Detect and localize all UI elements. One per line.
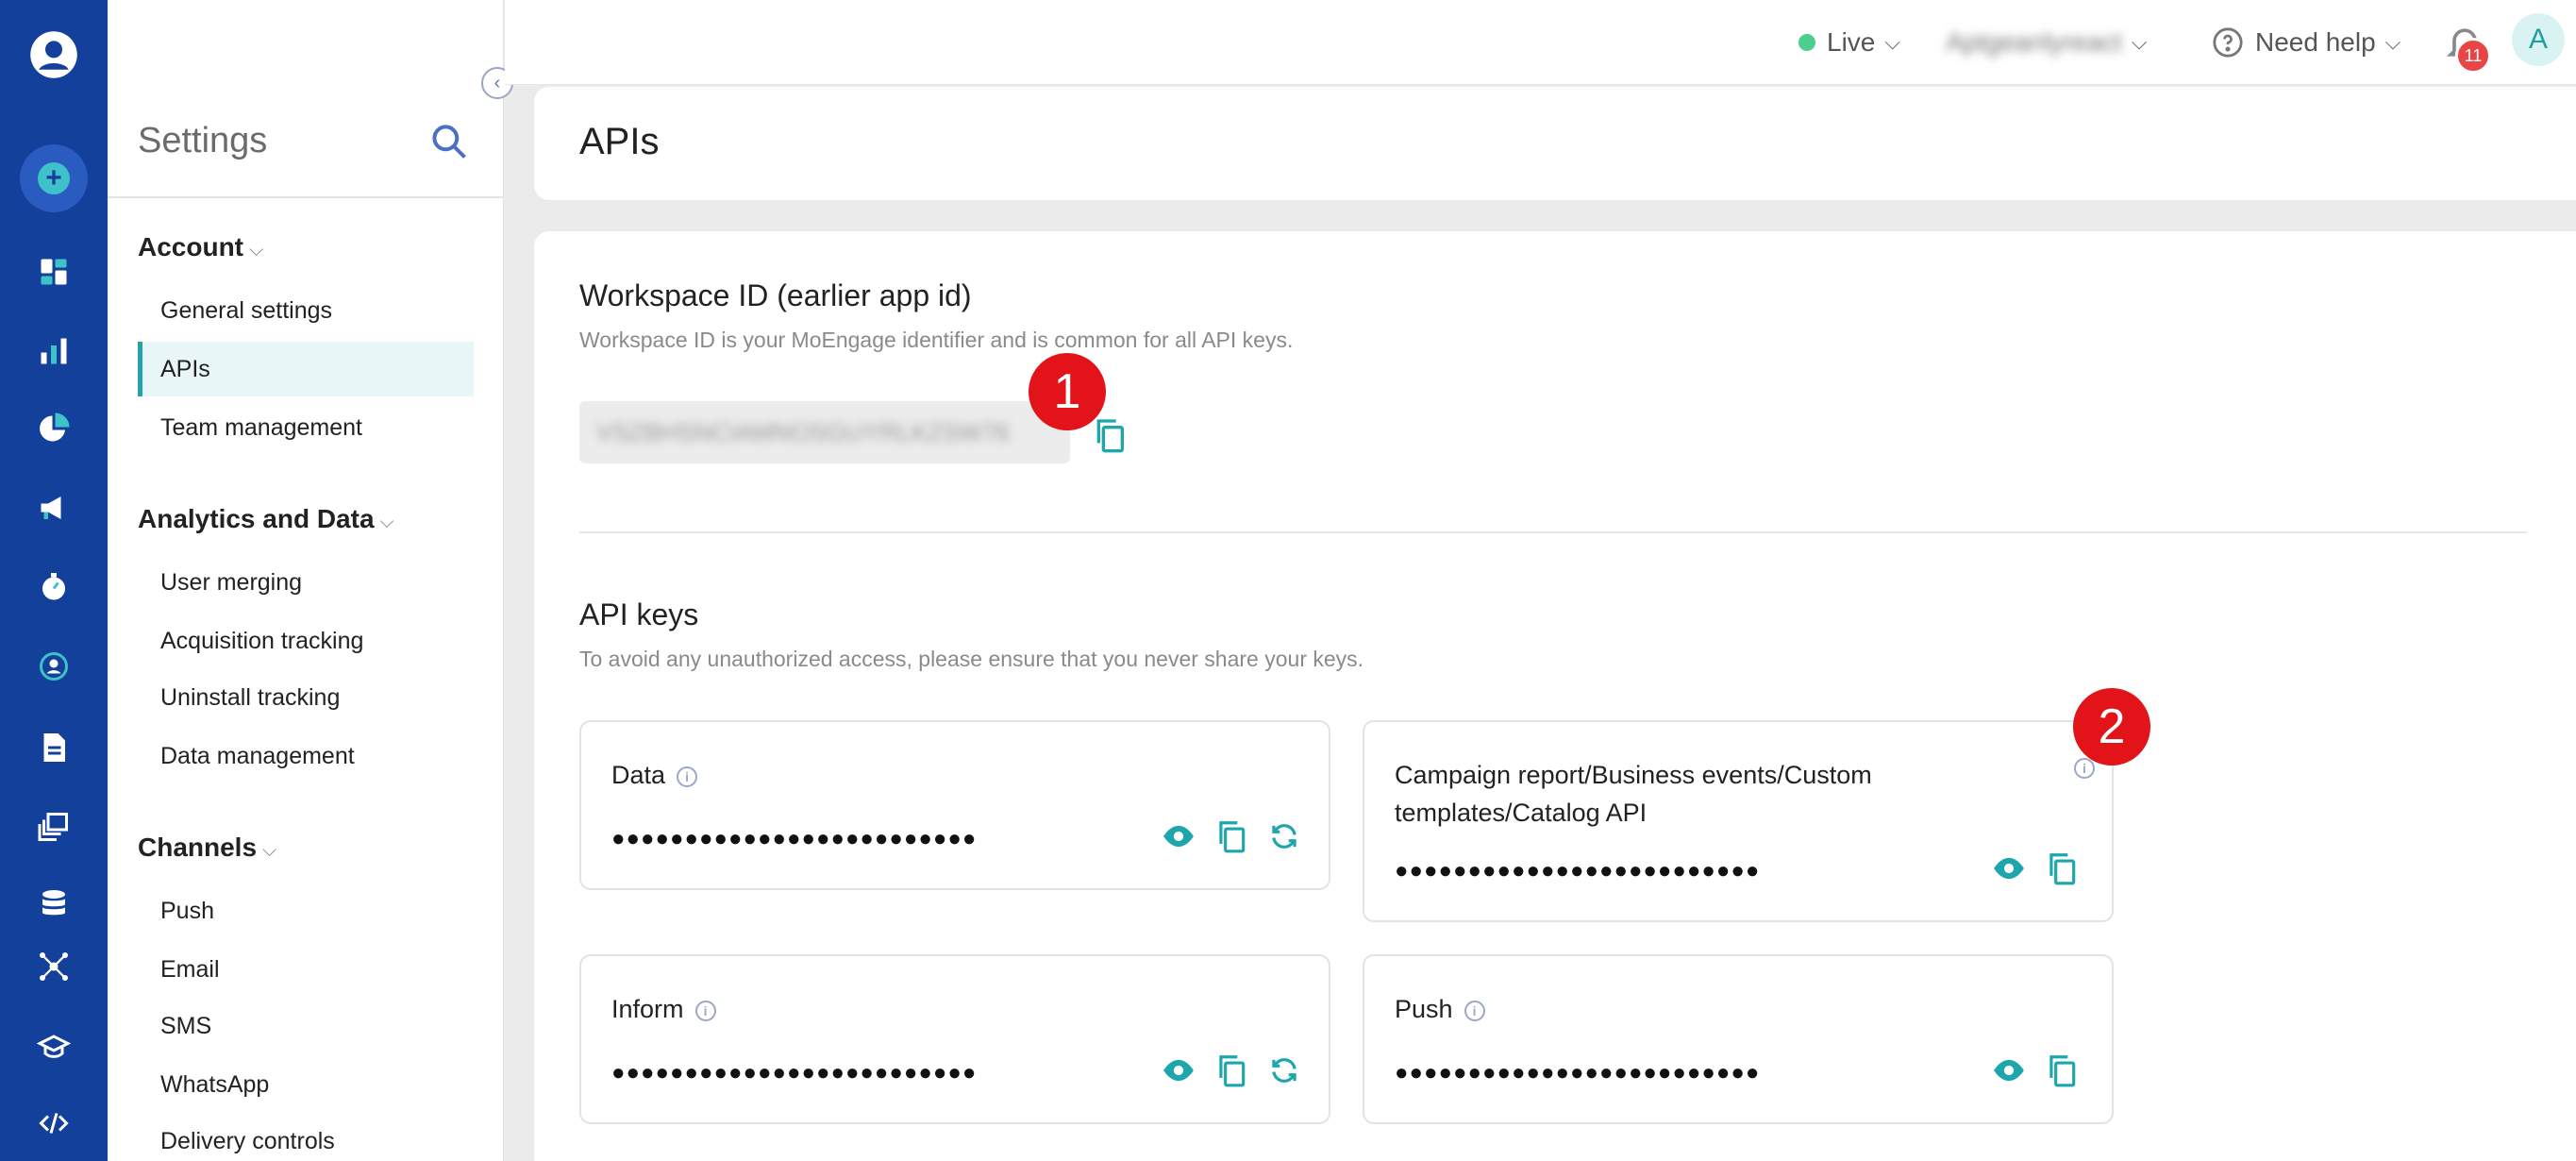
api-key-title: Inform i	[611, 990, 716, 1028]
user-profile-icon[interactable]	[0, 26, 108, 83]
api-key-title: Data i	[611, 756, 698, 794]
sidebar-item-team-management[interactable]: Team management	[138, 400, 474, 455]
show-key-eye-icon[interactable]	[1991, 850, 2027, 886]
user-target-icon[interactable]	[0, 638, 108, 695]
api-keys-heading: API keys	[579, 597, 699, 631]
live-status-dot	[1798, 34, 1815, 51]
api-key-card-data: Data i ●●●●●●●●●●●●●●●●●●●●●●●●●	[579, 720, 1330, 890]
copy-key-icon[interactable]	[2044, 850, 2080, 886]
page-header-card: APIs	[534, 87, 2576, 200]
sidebar-item-uninstall-tracking[interactable]: Uninstall tracking	[138, 670, 474, 725]
show-key-eye-icon[interactable]	[1161, 818, 1196, 854]
environment-label: Live	[1827, 27, 1876, 57]
sidebar-item-apis[interactable]: APIs	[138, 342, 474, 396]
workspace-dropdown[interactable]: Aptgeanlyreact ⌵	[1946, 21, 2147, 64]
api-key-card-push: Push i ●●●●●●●●●●●●●●●●●●●●●●●●●	[1363, 954, 2114, 1124]
left-nav-rail: +	[0, 0, 108, 1161]
show-key-eye-icon[interactable]	[1991, 1052, 2027, 1088]
help-circle-icon	[2213, 27, 2243, 58]
chevron-down-icon: ⌵	[2131, 30, 2148, 54]
sidebar-item-acquisition-tracking[interactable]: Acquisition tracking	[138, 614, 474, 668]
workspace-id-field[interactable]: VSZBHSNCIAMNOSGUYRLKZSW76	[579, 401, 1070, 463]
api-key-card-inform: Inform i ●●●●●●●●●●●●●●●●●●●●●●●●●	[579, 954, 1330, 1124]
info-icon[interactable]: i	[2074, 758, 2095, 779]
copy-key-icon[interactable]	[2044, 1052, 2080, 1088]
masked-api-key: ●●●●●●●●●●●●●●●●●●●●●●●●●	[1395, 1060, 1761, 1085]
sidebar-title: Settings	[138, 121, 268, 160]
campaign-megaphone-icon[interactable]	[0, 480, 108, 536]
workspace-id-description: Workspace ID is your MoEngage identifier…	[579, 328, 1294, 352]
regenerate-key-icon[interactable]	[1266, 1052, 1302, 1088]
api-key-card-campaign-report: Campaign report/Business events/Custom t…	[1363, 720, 2114, 922]
notification-count-badge: 11	[2455, 38, 2491, 74]
create-new-button[interactable]: +	[20, 144, 88, 212]
avatar[interactable]: A	[2512, 13, 2565, 66]
timer-icon[interactable]	[0, 559, 108, 615]
sidebar-group-analytics-and-data[interactable]: Analytics and Data ⌵	[138, 504, 394, 534]
sidebar-item-push[interactable]: Push	[138, 883, 474, 938]
sidebar-item-whatsapp[interactable]: WhatsApp	[138, 1057, 474, 1112]
api-key-actions	[1161, 1052, 1302, 1088]
sidebar-divider	[108, 196, 504, 198]
sidebar-item-general-settings[interactable]: General settings	[138, 283, 474, 338]
help-label: Need help	[2255, 27, 2376, 57]
chevron-down-icon: ⌵	[379, 512, 394, 532]
annotation-marker-1: 1	[1029, 353, 1106, 430]
api-key-title: Campaign report/Business events/Custom t…	[1395, 761, 1872, 827]
document-icon[interactable]	[0, 719, 108, 776]
pie-chart-icon[interactable]	[0, 400, 108, 457]
plus-icon: +	[38, 162, 70, 194]
settings-sidebar: Settings Account ⌵ General settings APIs …	[108, 0, 504, 1161]
chevron-left-icon: ‹	[493, 73, 501, 93]
sidebar-item-delivery-controls[interactable]: Delivery controls	[138, 1114, 474, 1161]
developer-code-icon[interactable]	[0, 1095, 108, 1152]
chevron-down-icon: ⌵	[249, 240, 264, 261]
sidebar-item-data-management[interactable]: Data management	[138, 729, 474, 783]
workspace-id-value: VSZBHSNCIAMNOSGUYRLKZSW76	[596, 417, 1010, 446]
annotation-marker-2: 2	[2073, 688, 2150, 766]
content-stack-icon[interactable]	[0, 799, 108, 855]
sidebar-item-email[interactable]: Email	[138, 942, 474, 997]
integrations-icon[interactable]	[0, 938, 108, 995]
masked-api-key: ●●●●●●●●●●●●●●●●●●●●●●●●●	[611, 1060, 978, 1085]
api-key-actions	[1991, 1052, 2080, 1088]
environment-dropdown[interactable]: Live ⌵	[1798, 21, 1900, 64]
workspace-name: Aptgeanlyreact	[1946, 27, 2122, 57]
regenerate-key-icon[interactable]	[1266, 818, 1302, 854]
api-key-actions	[1161, 818, 1302, 854]
copy-key-icon[interactable]	[1213, 1052, 1249, 1088]
info-icon[interactable]: i	[677, 766, 698, 787]
section-divider	[579, 531, 2527, 533]
chevron-down-icon: ⌵	[2384, 30, 2401, 54]
sidebar-item-user-merging[interactable]: User merging	[138, 555, 474, 610]
workspace-id-heading: Workspace ID (earlier app id)	[579, 278, 972, 312]
masked-api-key: ●●●●●●●●●●●●●●●●●●●●●●●●●	[611, 826, 978, 851]
app-window: + Settings Account ⌵ General settings AP…	[0, 0, 2576, 1161]
chevron-down-icon: ⌵	[1884, 30, 1901, 54]
page-title: APIs	[579, 121, 660, 162]
copy-workspace-id-icon[interactable]	[1091, 416, 1129, 454]
masked-api-key: ●●●●●●●●●●●●●●●●●●●●●●●●●	[1395, 858, 1761, 883]
info-icon[interactable]: i	[694, 1000, 716, 1021]
sidebar-group-account[interactable]: Account ⌵	[138, 232, 263, 262]
database-icon[interactable]	[0, 876, 108, 933]
sidebar-item-sms[interactable]: SMS	[138, 999, 474, 1053]
sidebar-group-channels[interactable]: Channels ⌵	[138, 833, 276, 863]
help-dropdown[interactable]: Need help ⌵	[2212, 21, 2400, 64]
api-key-title: Push i	[1395, 990, 1485, 1028]
show-key-eye-icon[interactable]	[1161, 1052, 1196, 1088]
copy-key-icon[interactable]	[1213, 818, 1249, 854]
analytics-bar-icon[interactable]	[0, 323, 108, 379]
api-key-actions	[1991, 850, 2080, 886]
dashboard-icon[interactable]	[0, 244, 108, 300]
academy-icon[interactable]	[0, 1019, 108, 1076]
api-keys-description: To avoid any unauthorized access, please…	[579, 647, 1364, 671]
apis-content-card: Workspace ID (earlier app id) Workspace …	[534, 231, 2576, 1161]
info-icon[interactable]: i	[1464, 1000, 1485, 1021]
search-icon[interactable]	[428, 121, 470, 162]
chevron-down-icon: ⌵	[262, 840, 277, 861]
